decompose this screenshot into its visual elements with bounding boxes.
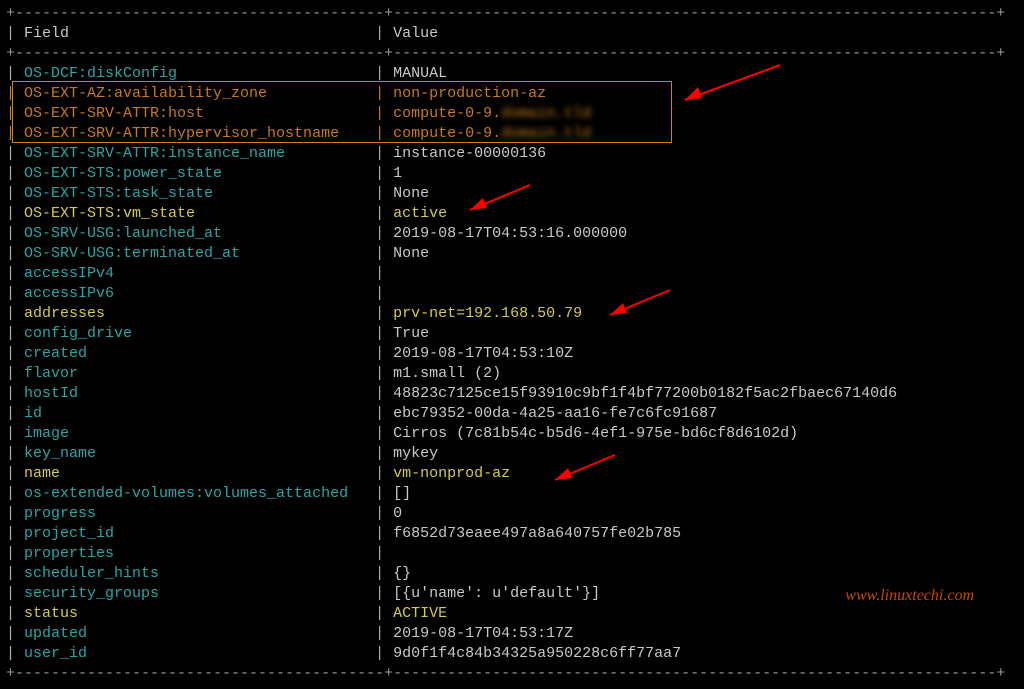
table-row: | OS-EXT-STS:vm_state | active bbox=[6, 204, 1018, 224]
table-row: | id | ebc79352-00da-4a25-aa16-fe7c6fc91… bbox=[6, 404, 1018, 424]
field-name: flavor bbox=[24, 365, 366, 382]
table-row: | config_drive | True bbox=[6, 324, 1018, 344]
field-name: updated bbox=[24, 625, 366, 642]
field-value: 2019-08-17T04:53:17Z bbox=[393, 625, 573, 642]
field-name: addresses bbox=[24, 305, 366, 322]
table-border-top: +---------------------------------------… bbox=[6, 4, 1018, 24]
field-value: non-production-az bbox=[393, 85, 546, 102]
table-row: | flavor | m1.small (2) bbox=[6, 364, 1018, 384]
table-row: | hostId | 48823c7125ce15f93910c9bf1f4bf… bbox=[6, 384, 1018, 404]
field-value: compute-0-9. bbox=[393, 105, 501, 122]
table-row: | project_id | f6852d73eaee497a8a640757f… bbox=[6, 524, 1018, 544]
field-value: instance-00000136 bbox=[393, 145, 546, 162]
field-name: OS-EXT-SRV-ATTR:instance_name bbox=[24, 145, 366, 162]
table-row: | OS-EXT-SRV-ATTR:hypervisor_hostname | … bbox=[6, 124, 1018, 144]
field-value: prv-net=192.168.50.79 bbox=[393, 305, 582, 322]
table-header-row: | Field | Value bbox=[6, 24, 1018, 44]
table-row: | image | Cirros (7c81b54c-b5d6-4ef1-975… bbox=[6, 424, 1018, 444]
table-row: | OS-EXT-STS:power_state | 1 bbox=[6, 164, 1018, 184]
table-row: | status | ACTIVE bbox=[6, 604, 1018, 624]
field-value: mykey bbox=[393, 445, 438, 462]
table-row: | user_id | 9d0f1f4c84b34325a950228c6ff7… bbox=[6, 644, 1018, 664]
field-value: MANUAL bbox=[393, 65, 447, 82]
table-row: | OS-EXT-SRV-ATTR:instance_name | instan… bbox=[6, 144, 1018, 164]
table-row: | key_name | mykey bbox=[6, 444, 1018, 464]
table-row: | OS-SRV-USG:terminated_at | None bbox=[6, 244, 1018, 264]
field-name: name bbox=[24, 465, 366, 482]
field-value: Cirros (7c81b54c-b5d6-4ef1-975e-bd6cf8d6… bbox=[393, 425, 798, 442]
table-row: | OS-SRV-USG:launched_at | 2019-08-17T04… bbox=[6, 224, 1018, 244]
field-name: OS-EXT-STS:power_state bbox=[24, 165, 366, 182]
field-name: OS-SRV-USG:launched_at bbox=[24, 225, 366, 242]
table-row: | properties | bbox=[6, 544, 1018, 564]
field-name: security_groups bbox=[24, 585, 366, 602]
table-row: | accessIPv4 | bbox=[6, 264, 1018, 284]
table-row: | created | 2019-08-17T04:53:10Z bbox=[6, 344, 1018, 364]
field-value: m1.small (2) bbox=[393, 365, 501, 382]
field-value: 9d0f1f4c84b34325a950228c6ff77aa7 bbox=[393, 645, 681, 662]
field-value: [{u'name': u'default'}] bbox=[393, 585, 600, 602]
table-row: | updated | 2019-08-17T04:53:17Z bbox=[6, 624, 1018, 644]
field-name: image bbox=[24, 425, 366, 442]
table-row: | progress | 0 bbox=[6, 504, 1018, 524]
field-value: f6852d73eaee497a8a640757fe02b785 bbox=[393, 525, 681, 542]
field-name: OS-EXT-AZ:availability_zone bbox=[24, 85, 366, 102]
field-name: accessIPv6 bbox=[24, 285, 366, 302]
field-name: status bbox=[24, 605, 366, 622]
field-name: accessIPv4 bbox=[24, 265, 366, 282]
redacted-text: domain.tld bbox=[501, 124, 591, 144]
table-row: | OS-EXT-AZ:availability_zone | non-prod… bbox=[6, 84, 1018, 104]
field-name: os-extended-volumes:volumes_attached bbox=[24, 485, 366, 502]
field-value: compute-0-9. bbox=[393, 125, 501, 142]
table-row: | OS-DCF:diskConfig | MANUAL bbox=[6, 64, 1018, 84]
table-border-sep: +---------------------------------------… bbox=[6, 44, 1018, 64]
field-name: OS-DCF:diskConfig bbox=[24, 65, 366, 82]
table-row: | name | vm-nonprod-az bbox=[6, 464, 1018, 484]
table-row: | addresses | prv-net=192.168.50.79 bbox=[6, 304, 1018, 324]
field-value: ACTIVE bbox=[393, 605, 447, 622]
field-value: vm-nonprod-az bbox=[393, 465, 510, 482]
field-name: scheduler_hints bbox=[24, 565, 366, 582]
watermark: www.linuxtechi.com bbox=[845, 586, 974, 606]
table-row: | accessIPv6 | bbox=[6, 284, 1018, 304]
field-name: OS-EXT-STS:vm_state bbox=[24, 205, 366, 222]
field-value: True bbox=[393, 325, 429, 342]
field-name: OS-SRV-USG:terminated_at bbox=[24, 245, 366, 262]
table-row: | os-extended-volumes:volumes_attached |… bbox=[6, 484, 1018, 504]
field-name: config_drive bbox=[24, 325, 366, 342]
field-value: None bbox=[393, 245, 429, 262]
field-name: hostId bbox=[24, 385, 366, 402]
field-value: active bbox=[393, 205, 447, 222]
redacted-text: domain.tld bbox=[501, 104, 591, 124]
field-value: 0 bbox=[393, 505, 402, 522]
field-name: created bbox=[24, 345, 366, 362]
table-row: | OS-EXT-STS:task_state | None bbox=[6, 184, 1018, 204]
field-value: ebc79352-00da-4a25-aa16-fe7c6fc91687 bbox=[393, 405, 717, 422]
field-value: 2019-08-17T04:53:10Z bbox=[393, 345, 573, 362]
field-value: None bbox=[393, 185, 429, 202]
field-name: properties bbox=[24, 545, 366, 562]
field-name: project_id bbox=[24, 525, 366, 542]
field-value: 48823c7125ce15f93910c9bf1f4bf77200b0182f… bbox=[393, 385, 897, 402]
field-value: [] bbox=[393, 485, 411, 502]
field-name: id bbox=[24, 405, 366, 422]
field-value: {} bbox=[393, 565, 411, 582]
table-row: | OS-EXT-SRV-ATTR:host | compute-0-9.dom… bbox=[6, 104, 1018, 124]
table-row: | scheduler_hints | {} bbox=[6, 564, 1018, 584]
field-value: 2019-08-17T04:53:16.000000 bbox=[393, 225, 627, 242]
field-name: key_name bbox=[24, 445, 366, 462]
field-name: user_id bbox=[24, 645, 366, 662]
field-name: OS-EXT-SRV-ATTR:hypervisor_hostname bbox=[24, 125, 366, 142]
field-value: 1 bbox=[393, 165, 402, 182]
field-name: OS-EXT-SRV-ATTR:host bbox=[24, 105, 366, 122]
field-name: progress bbox=[24, 505, 366, 522]
table-border-bottom: +---------------------------------------… bbox=[6, 664, 1018, 684]
field-name: OS-EXT-STS:task_state bbox=[24, 185, 366, 202]
